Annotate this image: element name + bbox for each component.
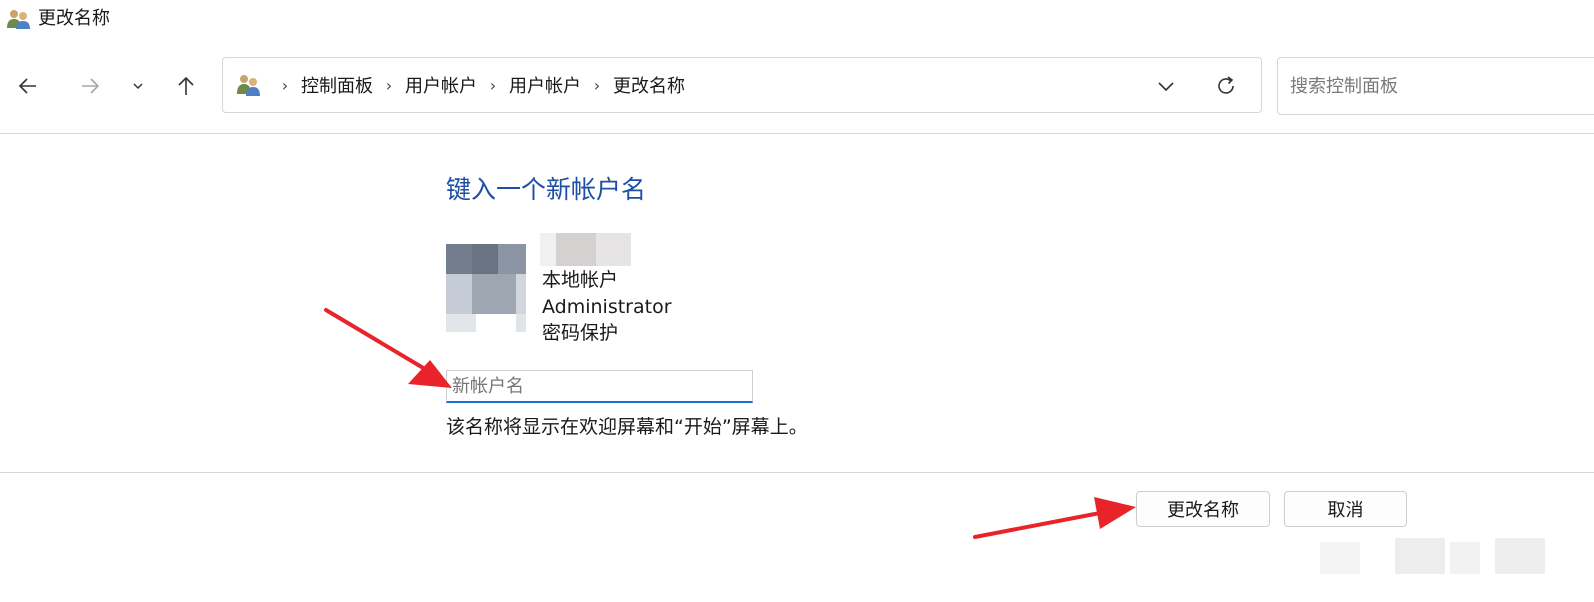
forward-button[interactable] (70, 66, 110, 106)
refresh-icon (1218, 76, 1234, 94)
account-type: 本地帐户 (542, 269, 619, 291)
annotation-arrow-icon (324, 308, 452, 388)
breadcrumb-item-user-accounts-sub[interactable]: 用户帐户 (505, 72, 585, 98)
divider (0, 133, 1594, 134)
chevron-down-icon (1158, 82, 1174, 92)
arrow-left-icon (18, 78, 36, 94)
breadcrumb-item-user-accounts[interactable]: 用户帐户 (401, 72, 481, 98)
breadcrumb-separator[interactable]: › (273, 76, 297, 95)
chevron-down-icon (133, 83, 143, 90)
search-input[interactable] (1277, 57, 1594, 115)
arrow-up-icon (178, 76, 194, 95)
window-title: 更改名称 (38, 8, 110, 29)
address-bar[interactable]: › 控制面板 › 用户帐户 › 用户帐户 › 更改名称 (222, 57, 1262, 113)
name-hint-text: 该名称将显示在欢迎屏幕和“开始”屏幕上。 (446, 416, 808, 438)
page-heading: 键入一个新帐户名 (446, 175, 647, 204)
annotation-arrow-icon (973, 497, 1136, 539)
address-history-button[interactable] (1148, 72, 1184, 100)
new-account-name-input[interactable] (446, 370, 753, 403)
title-bar: 更改名称 (0, 0, 1594, 40)
account-password-status: 密码保护 (542, 322, 619, 344)
users-icon (7, 10, 30, 29)
change-name-button[interactable]: 更改名称 (1136, 491, 1270, 527)
breadcrumb-item-control-panel[interactable]: 控制面板 (297, 72, 377, 98)
account-role: Administrator (542, 296, 672, 318)
breadcrumb: › 控制面板 › 用户帐户 › 用户帐户 › 更改名称 (273, 58, 689, 112)
up-button[interactable] (166, 66, 206, 106)
breadcrumb-separator[interactable]: › (481, 76, 505, 95)
account-name-redacted (540, 233, 631, 266)
breadcrumb-separator[interactable]: › (585, 76, 609, 95)
cancel-button[interactable]: 取消 (1284, 491, 1407, 527)
divider (0, 472, 1594, 473)
recent-locations-button[interactable] (120, 66, 156, 106)
arrow-right-icon (82, 78, 100, 94)
watermark-redacted (1320, 538, 1545, 574)
breadcrumb-separator[interactable]: › (377, 76, 401, 95)
back-button[interactable] (8, 66, 48, 106)
control-panel-users-icon (237, 75, 260, 96)
breadcrumb-item-change-name[interactable]: 更改名称 (609, 72, 689, 98)
user-avatar (446, 244, 526, 332)
refresh-button[interactable] (1208, 70, 1244, 102)
